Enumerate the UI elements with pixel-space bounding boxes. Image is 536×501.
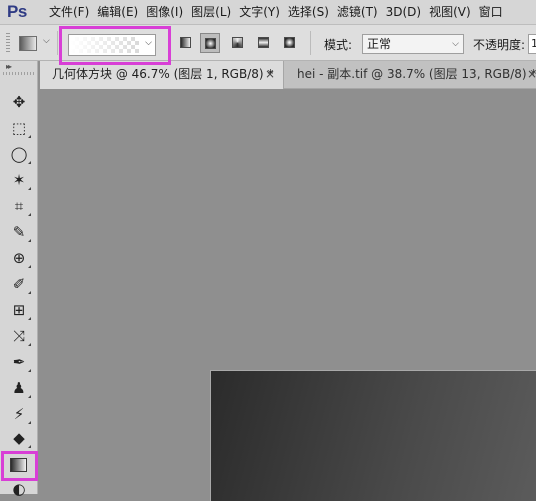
menu-bar: Ps 文件(F) 编辑(E) 图像(I) 图层(L) 文字(Y) 选择(S) 滤… <box>0 0 536 25</box>
opacity-label: 不透明度: <box>473 38 526 52</box>
blur-tool[interactable]: ◐ <box>6 478 32 500</box>
menu-window[interactable]: 窗口 <box>475 0 507 25</box>
stamp-icon: ♟ <box>12 379 26 397</box>
menu-type[interactable]: 文字(Y) <box>235 0 284 25</box>
clone-stamp-tool[interactable]: ⊞ <box>6 299 32 321</box>
menu-select[interactable]: 选择(S) <box>284 0 333 25</box>
eraser-icon: ✒ <box>12 353 26 371</box>
lasso-tool[interactable]: ◯ <box>6 143 32 165</box>
blur-icon: ◐ <box>12 480 26 498</box>
angle-gradient-icon <box>232 37 243 48</box>
magic-wand-tool[interactable]: ✶ <box>6 169 32 191</box>
tab-title: hei - 副本.tif @ 38.7% (图层 13, RGB/8) * <box>297 67 536 81</box>
document-canvas[interactable] <box>210 370 536 501</box>
diamond-gradient-button[interactable] <box>280 33 300 53</box>
clone-stamp-icon: ⊞ <box>12 301 26 319</box>
menu-image[interactable]: 图像(I) <box>142 0 187 25</box>
tool-preset-icon[interactable] <box>19 36 37 51</box>
marquee-tool[interactable]: ⬚ <box>6 117 32 139</box>
radial-gradient-icon <box>205 38 216 49</box>
brush-icon: ✐ <box>12 275 26 293</box>
healing-brush-tool[interactable]: ⊕ <box>6 247 32 269</box>
collapse-panel-icon[interactable]: ▸▸ <box>6 62 12 71</box>
linear-gradient-button[interactable] <box>176 33 196 53</box>
menu-items: 文件(F) 编辑(E) 图像(I) 图层(L) 文字(Y) 选择(S) 滤镜(T… <box>45 0 507 25</box>
menu-edit[interactable]: 编辑(E) <box>93 0 142 25</box>
art-brush-icon: ⚡ <box>13 405 25 423</box>
document-tab-bar: 几何体方块 @ 46.7% (图层 1, RGB/8) * × hei - 副本… <box>40 61 536 89</box>
diamond-gradient-icon <box>284 37 295 48</box>
divider <box>310 31 311 55</box>
photoshop-logo: Ps <box>7 2 27 21</box>
angle-gradient-button[interactable] <box>228 33 248 53</box>
crop-icon: ⌗ <box>14 197 24 215</box>
blend-mode-value: 正常 <box>367 37 392 51</box>
gradient-tool-highlight <box>1 451 38 481</box>
history-brush-icon: ⤨ <box>12 327 25 345</box>
brush-tool[interactable]: ✐ <box>6 273 32 295</box>
mode-label: 模式: <box>324 38 353 52</box>
reflected-gradient-button[interactable] <box>254 33 274 53</box>
blend-mode-select[interactable]: 正常 ⌵ <box>362 34 464 54</box>
menu-3d[interactable]: 3D(D) <box>382 0 425 25</box>
eyedropper-icon: ✎ <box>12 223 26 241</box>
tab-title: 几何体方块 @ 46.7% (图层 1, RGB/8) * <box>52 67 274 81</box>
chevron-down-icon[interactable]: ⌵ <box>43 36 50 46</box>
opacity-field[interactable]: 1 <box>528 34 536 54</box>
tools-panel-grip[interactable] <box>3 72 34 75</box>
move-icon: ✥ <box>12 93 26 111</box>
menu-filter[interactable]: 滤镜(T) <box>333 0 382 25</box>
eyedropper-tool[interactable]: ✎ <box>6 221 32 243</box>
marquee-icon: ⬚ <box>11 119 27 137</box>
healing-brush-icon: ⊕ <box>12 249 26 267</box>
menu-file[interactable]: 文件(F) <box>45 0 93 25</box>
crop-tool[interactable]: ⌗ <box>6 195 32 217</box>
history-brush-tool[interactable]: ⤨ <box>6 325 32 347</box>
move-tool[interactable]: ✥ <box>6 91 32 113</box>
menu-view[interactable]: 视图(V) <box>425 0 475 25</box>
linear-gradient-icon <box>180 37 191 48</box>
document-tab-active[interactable]: 几何体方块 @ 46.7% (图层 1, RGB/8) * × <box>40 61 284 89</box>
magic-wand-icon: ✶ <box>12 171 26 189</box>
eraser-tool-icon: ◆ <box>13 429 25 447</box>
brush-tool-2[interactable]: ✒ <box>6 351 32 373</box>
radial-gradient-button[interactable] <box>200 33 220 53</box>
lasso-icon: ◯ <box>10 145 28 163</box>
reflected-gradient-icon <box>258 37 269 48</box>
menu-layer[interactable]: 图层(L) <box>187 0 235 25</box>
art-history-brush-tool[interactable]: ⚡ <box>6 403 32 425</box>
document-tab[interactable]: hei - 副本.tif @ 38.7% (图层 13, RGB/8) * × <box>285 61 536 89</box>
chevron-down-icon: ⌵ <box>452 39 459 49</box>
close-icon[interactable]: × <box>265 61 275 88</box>
stamp-tool[interactable]: ♟ <box>6 377 32 399</box>
close-icon[interactable]: × <box>527 61 536 88</box>
options-bar-grip[interactable] <box>6 33 10 53</box>
divider <box>57 31 58 55</box>
gradient-picker-highlight <box>59 26 171 65</box>
eraser-tool[interactable]: ◆ <box>6 427 32 449</box>
